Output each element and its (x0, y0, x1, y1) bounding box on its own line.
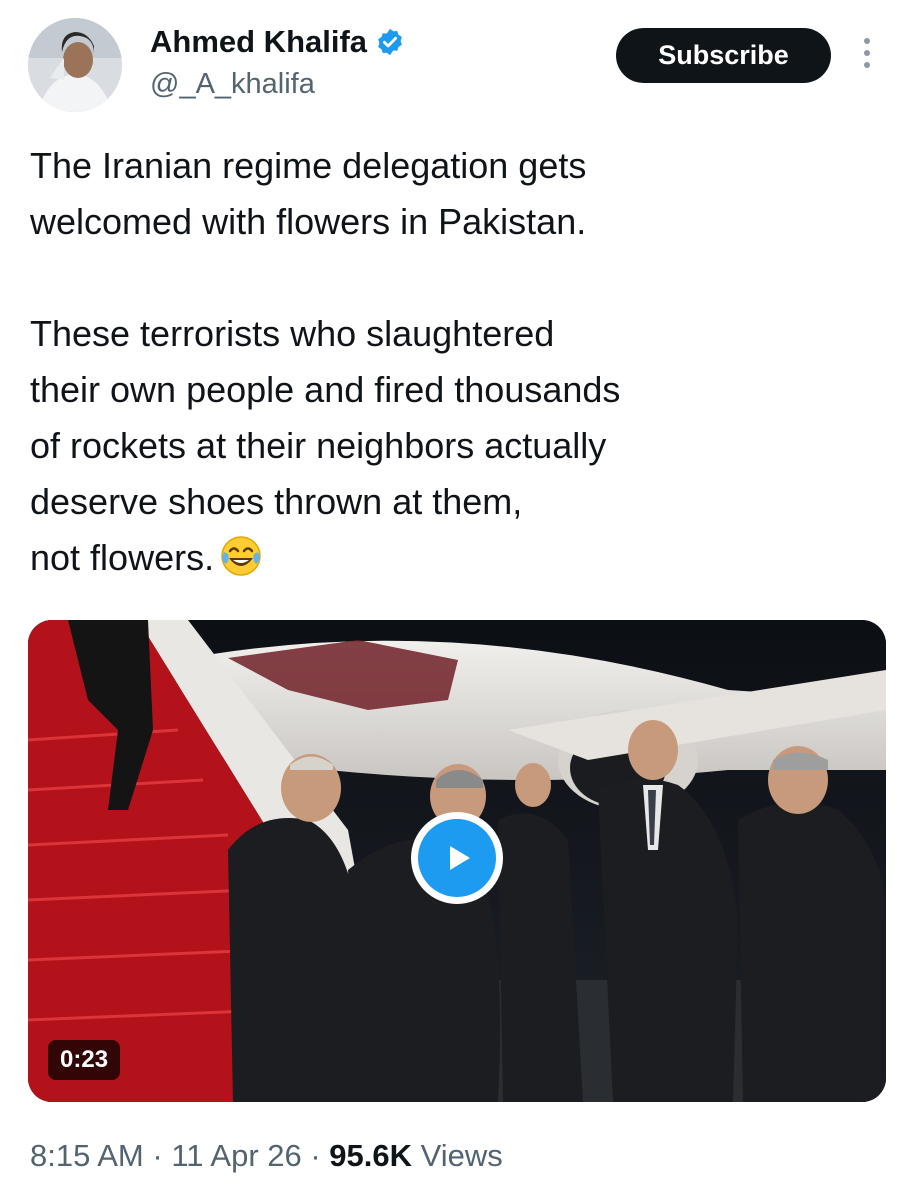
tweet-body: The Iranian regime delegation gets welco… (30, 145, 621, 578)
play-button[interactable] (411, 812, 503, 904)
verified-badge-icon (375, 27, 405, 57)
video-duration-badge: 0:23 (48, 1040, 121, 1080)
author-name[interactable]: Ahmed Khalifa (150, 24, 367, 60)
tweet-text: The Iranian regime delegation gets welco… (30, 138, 890, 586)
views-label: Views (420, 1138, 503, 1173)
more-vertical-icon[interactable] (855, 38, 879, 74)
tweet-time[interactable]: 8:15 AM (30, 1138, 144, 1173)
tweet-date[interactable]: 11 Apr 26 (171, 1138, 301, 1173)
meta-separator: · (301, 1138, 330, 1173)
subscribe-button[interactable]: Subscribe (616, 28, 831, 83)
meta-separator: · (143, 1138, 172, 1173)
tweet-meta: 8:15 AM · 11 Apr 26 · 95.6K Views (30, 1138, 503, 1174)
play-icon (418, 819, 496, 897)
avatar[interactable] (28, 18, 122, 112)
author-handle[interactable]: @_A_khalifa (150, 68, 315, 101)
views-count: 95.6K (329, 1138, 413, 1173)
face-with-tears-of-joy-icon (218, 532, 264, 578)
avatar-image (28, 18, 122, 112)
